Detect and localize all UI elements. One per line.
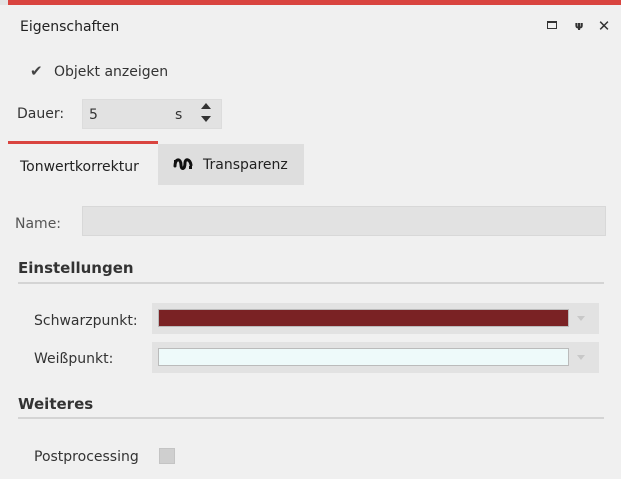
name-input[interactable] <box>82 206 606 236</box>
white-point-label: Weißpunkt: <box>34 351 114 367</box>
duration-stepper[interactable]: 5 s <box>82 99 222 129</box>
transparency-wave-icon <box>173 158 193 170</box>
chevron-down-icon[interactable] <box>577 355 585 360</box>
white-point-swatch[interactable] <box>158 348 569 366</box>
name-label: Name: <box>15 216 62 232</box>
pin-icon[interactable]: ᴪ <box>571 18 587 34</box>
black-point-swatch[interactable] <box>158 309 569 327</box>
duration-label: Dauer: <box>17 106 65 122</box>
black-point-label: Schwarzpunkt: <box>34 313 138 329</box>
maximize-icon[interactable] <box>545 18 561 34</box>
postprocessing-checkbox[interactable] <box>159 448 175 464</box>
close-icon[interactable]: ✕ <box>596 18 612 34</box>
spin-down-icon[interactable] <box>201 116 211 122</box>
section-title-settings: Einstellungen <box>18 259 134 277</box>
panel-titlebar: Eigenschaften ᴪ ✕ <box>8 5 621 47</box>
duration-unit: s <box>175 107 183 123</box>
tab-transparenz[interactable]: Transparenz <box>158 144 304 185</box>
tab-label: Transparenz <box>203 157 288 173</box>
checkmark-icon: ✔ <box>30 62 43 80</box>
tab-label: Tonwertkorrektur <box>20 159 139 175</box>
section-title-more: Weiteres <box>18 395 94 413</box>
chevron-down-icon[interactable] <box>577 316 585 321</box>
spin-up-icon[interactable] <box>201 103 211 109</box>
section-divider <box>18 417 604 419</box>
section-divider <box>18 282 604 284</box>
show-object-label: Objekt anzeigen <box>54 64 169 80</box>
duration-value[interactable]: 5 <box>89 107 98 123</box>
properties-panel: Eigenschaften ᴪ ✕ ✔ Objekt anzeigen Daue… <box>8 5 621 479</box>
tab-tonwertkorrektur[interactable]: Tonwertkorrektur <box>8 141 158 185</box>
panel-title: Eigenschaften <box>20 19 120 35</box>
white-point-color-picker[interactable] <box>152 342 599 373</box>
postprocessing-label: Postprocessing <box>34 449 139 465</box>
black-point-color-picker[interactable] <box>152 303 599 334</box>
